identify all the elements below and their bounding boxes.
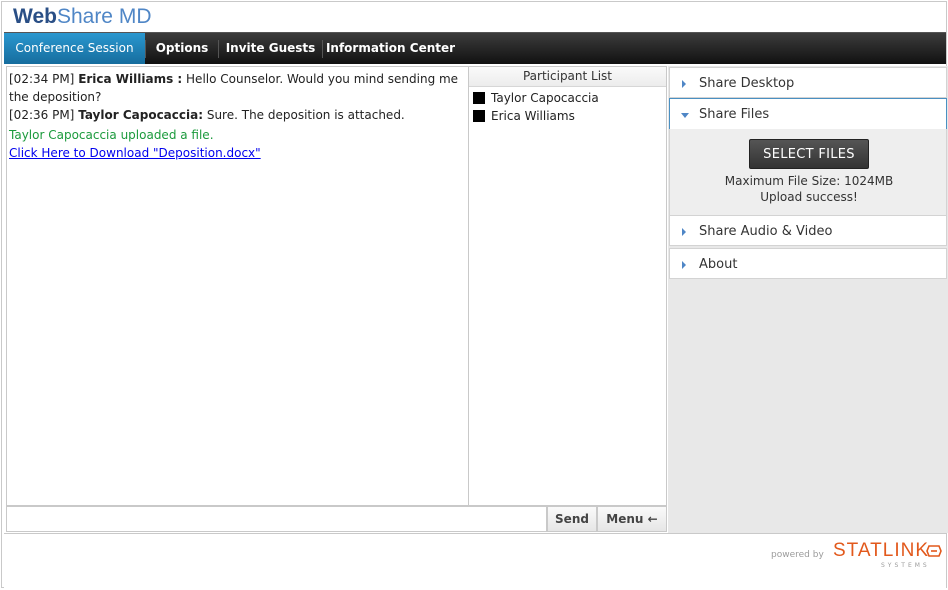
statlink-logo: STATLINK: [833, 540, 929, 562]
brand-link: LINK: [882, 540, 929, 561]
download-row: Click Here to Download "Deposition.docx": [9, 144, 467, 162]
upload-status: Upload success!: [760, 190, 858, 204]
accordion-share-files[interactable]: Share Files: [669, 98, 947, 129]
menu-button[interactable]: Menu ←: [597, 506, 667, 532]
max-file-size: Maximum File Size: 1024MB: [724, 174, 894, 188]
triangle-right-icon: [682, 228, 686, 236]
triangle-right-icon: [682, 261, 686, 269]
chat-input-row: Send Menu ←: [6, 506, 667, 532]
app-window: WebShare MD Conference Session Options I…: [1, 1, 948, 588]
brand-subtitle: SYSTEMS: [881, 562, 930, 569]
accordion-about[interactable]: About: [669, 248, 947, 279]
footer: powered by STATLINK SYSTEMS: [4, 533, 946, 588]
side-panel: Share Desktop Share Files SELECT FILES M…: [668, 66, 948, 533]
chat-log: [02:34 PM] Erica Williams : Hello Counse…: [6, 66, 469, 506]
triangle-right-icon: [682, 80, 686, 88]
message-text: Hello Counselor. Would you mind sending …: [9, 72, 459, 104]
participant-item[interactable]: Taylor Capocaccia: [469, 89, 666, 107]
participant-name: Erica Williams: [491, 109, 575, 123]
chat-message: [02:36 PM] Taylor Capocaccia: Sure. The …: [9, 106, 467, 124]
navbar: Conference Session Options Invite Guests…: [4, 32, 946, 64]
nav-invite-guests[interactable]: Invite Guests: [219, 33, 322, 64]
powered-by-text: powered by: [771, 550, 824, 560]
accordion-share-desktop[interactable]: Share Desktop: [669, 67, 947, 98]
participant-panel: Participant List Taylor Capocaccia Erica…: [468, 66, 667, 506]
statlink-logo-icon: [926, 545, 942, 557]
message-text: Sure. The deposition is attached.: [203, 108, 405, 122]
participant-list-header: Participant List: [469, 67, 666, 87]
chat-input[interactable]: [6, 506, 547, 532]
nav-conference-session[interactable]: Conference Session: [4, 33, 145, 64]
download-link[interactable]: Click Here to Download "Deposition.docx": [9, 146, 261, 160]
send-button[interactable]: Send: [547, 506, 597, 532]
brand-stat: STAT: [833, 540, 883, 561]
triangle-down-icon: [681, 113, 689, 118]
accordion-label: Share Audio & Video: [699, 224, 833, 239]
accordion-share-audio-video[interactable]: Share Audio & Video: [669, 215, 947, 246]
participant-item[interactable]: Erica Williams: [469, 107, 666, 125]
message-sender: Erica Williams :: [78, 72, 183, 86]
app-logo: WebShare MD: [13, 5, 151, 29]
message-time: [02:34 PM]: [9, 72, 75, 86]
select-files-button[interactable]: SELECT FILES: [749, 139, 869, 169]
header: WebShare MD: [2, 2, 946, 31]
logo-light: Share MD: [56, 5, 152, 28]
share-files-panel: SELECT FILES Maximum File Size: 1024MB U…: [669, 129, 947, 215]
accordion-label: Share Files: [699, 107, 770, 122]
participant-status-icon: [473, 92, 485, 104]
logo-bold: Web: [13, 5, 57, 28]
message-time: [02:36 PM]: [9, 108, 75, 122]
system-message: Taylor Capocaccia uploaded a file.: [9, 128, 214, 142]
accordion-label: Share Desktop: [699, 76, 795, 91]
nav-options[interactable]: Options: [146, 33, 218, 64]
participant-name: Taylor Capocaccia: [491, 91, 599, 105]
participant-status-icon: [473, 110, 485, 122]
nav-information-center[interactable]: Information Center: [323, 33, 458, 64]
accordion-label: About: [699, 257, 738, 272]
chat-message: [02:34 PM] Erica Williams : Hello Counse…: [9, 70, 467, 106]
message-sender: Taylor Capocaccia:: [78, 108, 204, 122]
